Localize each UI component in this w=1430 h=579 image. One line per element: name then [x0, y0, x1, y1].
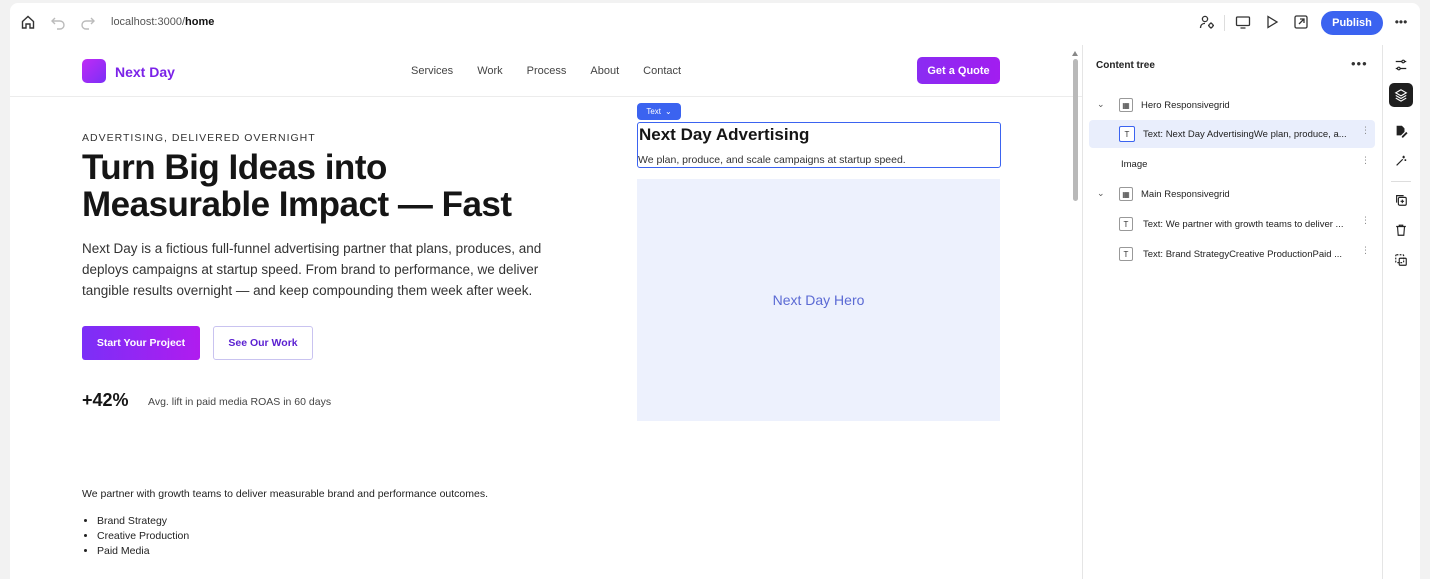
grid-icon: ▦ — [1119, 187, 1133, 201]
layers-icon[interactable] — [1389, 83, 1413, 107]
selected-text-title[interactable]: Next Day Advertising — [639, 125, 809, 145]
edit-document-icon[interactable] — [1389, 119, 1413, 143]
nav-link-contact[interactable]: Contact — [643, 65, 681, 77]
hero-image-label: Next Day Hero — [772, 292, 865, 308]
open-external-icon[interactable] — [1292, 13, 1310, 31]
tree-node-label: Main Responsivegrid — [1141, 189, 1230, 200]
stat-label: Avg. lift in paid media ROAS in 60 days — [148, 396, 332, 408]
list-item: Paid Media — [97, 544, 189, 559]
page-canvas[interactable]: Next Day Services Work Process About Con… — [10, 45, 1082, 579]
tree-node-label: Hero Responsivegrid — [1141, 100, 1230, 111]
text-icon: T — [1119, 247, 1133, 261]
logo-text[interactable]: Next Day — [115, 64, 175, 80]
tree-node-text-main[interactable]: T Text: We partner with growth teams to … — [1089, 210, 1375, 238]
nav-link-work[interactable]: Work — [477, 65, 502, 77]
chevron-down-icon[interactable]: ⌄ — [1097, 99, 1107, 109]
canvas-scrollbar[interactable] — [1072, 51, 1078, 579]
tree-node-text-hero[interactable]: T Text: Next Day AdvertisingWe plan, pro… — [1089, 120, 1375, 148]
tree-node-image[interactable]: Image ⋮ — [1089, 150, 1375, 178]
hero-title[interactable]: Turn Big Ideas into Measurable Impact — … — [82, 149, 602, 223]
editor-window: localhost:3000/home Publish ••• Next Day… — [10, 3, 1420, 579]
site-nav-links: Services Work Process About Contact — [411, 65, 705, 77]
publish-button[interactable]: Publish — [1321, 11, 1383, 35]
tree-node-label: Text: Next Day AdvertisingWe plan, produ… — [1143, 129, 1347, 140]
component-type-label: Text — [646, 107, 661, 116]
component-type-tag[interactable]: Text ⌄ — [637, 103, 681, 120]
tree-node-label: Text: Brand StrategyCreative ProductionP… — [1143, 249, 1343, 260]
tree-node-main-grid[interactable]: ⌄ ▦ Main Responsivegrid — [1089, 180, 1375, 208]
site-header: Next Day Services Work Process About Con… — [10, 45, 1082, 97]
text-icon: T — [1119, 126, 1135, 142]
services-list[interactable]: Brand Strategy Creative Production Paid … — [97, 514, 189, 559]
duplicate-icon[interactable] — [1389, 188, 1413, 212]
see-work-button[interactable]: See Our Work — [213, 326, 313, 360]
hero-title-line-2: Measurable Impact — Fast — [82, 185, 512, 224]
drag-handle-icon[interactable]: ⋮ — [1361, 246, 1370, 255]
hero-eyebrow: ADVERTISING, DELIVERED OVERNIGHT — [82, 132, 316, 144]
nav-link-services[interactable]: Services — [411, 65, 453, 77]
url-prefix: localhost:3000/ — [111, 16, 185, 28]
chevron-down-icon: ⌄ — [664, 107, 672, 116]
hero-image-placeholder[interactable]: Next Day Hero — [637, 179, 1000, 421]
scroll-up-arrow-icon[interactable] — [1072, 51, 1078, 56]
delete-icon[interactable] — [1389, 218, 1413, 242]
nav-link-process[interactable]: Process — [527, 65, 567, 77]
tree-node-label: Image — [1121, 159, 1148, 170]
scroll-thumb[interactable] — [1073, 59, 1078, 201]
redo-icon[interactable] — [79, 13, 97, 31]
list-item: Creative Production — [97, 529, 189, 544]
hero-title-line-1: Turn Big Ideas into — [82, 148, 387, 187]
toolbar-divider — [1224, 15, 1225, 31]
undo-icon[interactable] — [49, 13, 67, 31]
more-options-icon[interactable]: ••• — [1392, 13, 1410, 31]
desktop-preview-icon[interactable] — [1234, 13, 1252, 31]
chevron-down-icon[interactable]: ⌄ — [1097, 188, 1107, 198]
panel-more-icon[interactable]: ••• — [1351, 56, 1368, 71]
user-settings-icon[interactable] — [1198, 13, 1216, 31]
nav-link-about[interactable]: About — [590, 65, 619, 77]
get-quote-button[interactable]: Get a Quote — [917, 57, 1000, 84]
hero-description[interactable]: Next Day is a fictious full-funnel adver… — [82, 238, 572, 301]
properties-sliders-icon[interactable] — [1389, 53, 1413, 77]
play-preview-icon[interactable] — [1263, 13, 1281, 31]
logo-mark-icon[interactable] — [82, 59, 106, 83]
url-bar[interactable]: localhost:3000/home — [111, 16, 214, 28]
drag-handle-icon[interactable]: ⋮ — [1361, 156, 1370, 165]
drag-handle-icon[interactable]: ⋮ — [1361, 216, 1370, 225]
magic-wand-icon[interactable] — [1389, 149, 1413, 173]
url-path: home — [185, 16, 215, 28]
select-region-icon[interactable] — [1389, 248, 1413, 272]
drag-handle-icon[interactable]: ⋮ — [1361, 126, 1370, 135]
panel-title: Content tree — [1096, 60, 1155, 71]
start-project-button[interactable]: Start Your Project — [82, 326, 200, 360]
grid-icon: ▦ — [1119, 98, 1133, 112]
right-tool-rail — [1382, 45, 1420, 579]
top-toolbar: localhost:3000/home Publish ••• — [10, 3, 1420, 43]
text-icon: T — [1119, 217, 1133, 231]
selected-text-description[interactable]: We plan, produce, and scale campaigns at… — [638, 154, 906, 166]
main-intro-text[interactable]: We partner with growth teams to deliver … — [82, 488, 488, 500]
content-tree-panel: Content tree ••• ⌄ ▦ Hero Responsivegrid… — [1082, 45, 1382, 579]
stat-value: +42% — [82, 390, 129, 410]
tree-node-hero-grid[interactable]: ⌄ ▦ Hero Responsivegrid — [1089, 91, 1375, 119]
tree-node-label: Text: We partner with growth teams to de… — [1143, 219, 1344, 230]
tree-node-text-services[interactable]: T Text: Brand StrategyCreative Productio… — [1089, 240, 1375, 268]
rail-divider — [1391, 181, 1411, 182]
home-icon[interactable] — [19, 13, 37, 31]
list-item: Brand Strategy — [97, 514, 189, 529]
